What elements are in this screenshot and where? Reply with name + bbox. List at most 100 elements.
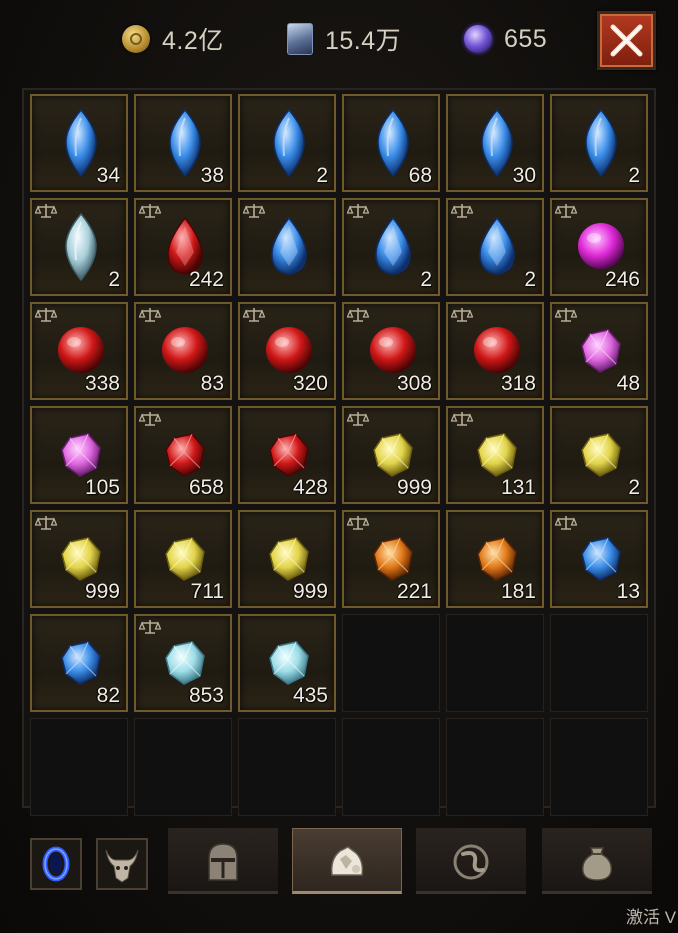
item-quantity: 853 xyxy=(188,684,224,707)
inventory-slot[interactable]: 2 xyxy=(342,198,440,296)
empty-slot[interactable] xyxy=(446,718,544,816)
item-quantity: 242 xyxy=(188,268,224,291)
empty-slot[interactable] xyxy=(342,614,440,712)
tab-gems[interactable] xyxy=(292,828,402,894)
tab-equipment[interactable] xyxy=(168,828,278,894)
inventory-slot[interactable]: 435 xyxy=(238,614,336,712)
empty-slot[interactable] xyxy=(134,718,232,816)
scroll-amount: 15.4万 xyxy=(325,27,402,55)
blue-portal-icon xyxy=(42,846,70,882)
inventory-slot[interactable]: 338 xyxy=(30,302,128,400)
empty-slot[interactable] xyxy=(446,614,544,712)
inventory-slot[interactable]: 318 xyxy=(446,302,544,400)
inventory-slot[interactable]: 428 xyxy=(238,406,336,504)
horned-demon-icon xyxy=(105,849,139,883)
item-quantity: 38 xyxy=(200,164,224,187)
item-quantity: 2 xyxy=(420,268,432,291)
inventory-slot[interactable]: 246 xyxy=(550,198,648,296)
item-quantity: 68 xyxy=(408,164,432,187)
inventory-slot[interactable]: 30 xyxy=(446,94,544,192)
item-quantity: 34 xyxy=(96,164,120,187)
demon-button[interactable] xyxy=(96,838,148,890)
item-quantity: 308 xyxy=(396,372,432,395)
inventory-slot[interactable]: 105 xyxy=(30,406,128,504)
item-quantity: 221 xyxy=(396,580,432,603)
inventory-slot[interactable]: 2 xyxy=(550,94,648,192)
inventory-slot[interactable]: 48 xyxy=(550,302,648,400)
inventory-slot[interactable]: 221 xyxy=(342,510,440,608)
close-button[interactable] xyxy=(597,11,656,70)
inventory-slot[interactable]: 2 xyxy=(446,198,544,296)
inventory-slot[interactable]: 68 xyxy=(342,94,440,192)
inventory-slot[interactable]: 2 xyxy=(30,198,128,296)
scroll-currency: 15.4万 xyxy=(287,22,401,56)
orb-currency: 655 xyxy=(464,22,547,56)
item-quantity: 318 xyxy=(500,372,536,395)
item-quantity: 2 xyxy=(108,268,120,291)
item-quantity: 83 xyxy=(200,372,224,395)
activate-watermark: 激活 V xyxy=(626,908,677,927)
inventory-window: 4.2亿 15.4万 655 34 38 2 68 30 2 2 242 2 2… xyxy=(0,0,678,933)
inventory-slot[interactable]: 83 xyxy=(134,302,232,400)
gold-amount: 4.2亿 xyxy=(162,27,224,55)
empty-slot[interactable] xyxy=(30,718,128,816)
item-quantity: 2 xyxy=(316,164,328,187)
inventory-slot[interactable]: 34 xyxy=(30,94,128,192)
gem-bag-icon xyxy=(330,846,364,876)
item-quantity: 711 xyxy=(190,580,224,603)
inventory-slot[interactable]: 13 xyxy=(550,510,648,608)
gem-inventory-panel: 34 38 2 68 30 2 2 242 2 2 246 338 83 320… xyxy=(22,88,656,816)
inventory-slot[interactable]: 658 xyxy=(134,406,232,504)
item-quantity: 320 xyxy=(292,372,328,395)
empty-slot[interactable] xyxy=(342,718,440,816)
inventory-slot[interactable] xyxy=(238,198,336,296)
gold-currency: 4.2亿 xyxy=(122,22,224,56)
close-x-icon xyxy=(610,24,643,57)
empty-slot[interactable] xyxy=(550,614,648,712)
item-quantity: 2 xyxy=(628,476,640,499)
inventory-slot[interactable]: 242 xyxy=(134,198,232,296)
item-quantity: 82 xyxy=(96,684,120,707)
inventory-slot[interactable]: 181 xyxy=(446,510,544,608)
tab-runes[interactable] xyxy=(416,828,526,894)
inventory-slot[interactable]: 853 xyxy=(134,614,232,712)
purple-orb-icon xyxy=(464,25,492,53)
item-quantity: 2 xyxy=(628,164,640,187)
loot-sack-icon xyxy=(581,847,613,881)
item-quantity: 48 xyxy=(616,372,640,395)
rune-sigil-icon xyxy=(453,844,489,880)
inventory-slot[interactable]: 38 xyxy=(134,94,232,192)
empty-slot[interactable] xyxy=(550,718,648,816)
item-quantity: 131 xyxy=(500,476,536,499)
blue-teardrop-gem-icon xyxy=(271,216,307,275)
inventory-slot[interactable]: 999 xyxy=(30,510,128,608)
item-quantity: 999 xyxy=(84,580,120,603)
portal-button[interactable] xyxy=(30,838,82,890)
item-quantity: 338 xyxy=(84,372,120,395)
item-quantity: 246 xyxy=(604,268,640,291)
tab-materials[interactable] xyxy=(542,828,652,894)
item-quantity: 2 xyxy=(524,268,536,291)
scroll-icon xyxy=(287,23,313,55)
empty-slot[interactable] xyxy=(238,718,336,816)
item-quantity: 435 xyxy=(292,684,328,707)
inventory-slot[interactable]: 308 xyxy=(342,302,440,400)
orb-amount: 655 xyxy=(504,24,548,53)
inventory-slot[interactable]: 131 xyxy=(446,406,544,504)
inventory-slot[interactable]: 999 xyxy=(238,510,336,608)
inventory-slot[interactable]: 999 xyxy=(342,406,440,504)
bottom-bar xyxy=(22,820,656,900)
inventory-slot[interactable]: 2 xyxy=(238,94,336,192)
item-quantity: 658 xyxy=(188,476,224,499)
knight-helmet-icon xyxy=(208,843,238,881)
item-quantity: 105 xyxy=(84,476,120,499)
inventory-slot[interactable]: 320 xyxy=(238,302,336,400)
gold-coin-icon xyxy=(122,25,150,53)
item-quantity: 30 xyxy=(512,164,536,187)
inventory-slot[interactable]: 82 xyxy=(30,614,128,712)
item-quantity: 999 xyxy=(396,476,432,499)
inventory-slot[interactable]: 2 xyxy=(550,406,648,504)
item-quantity: 13 xyxy=(616,580,640,603)
item-quantity: 999 xyxy=(292,580,328,603)
inventory-slot[interactable]: 711 xyxy=(134,510,232,608)
